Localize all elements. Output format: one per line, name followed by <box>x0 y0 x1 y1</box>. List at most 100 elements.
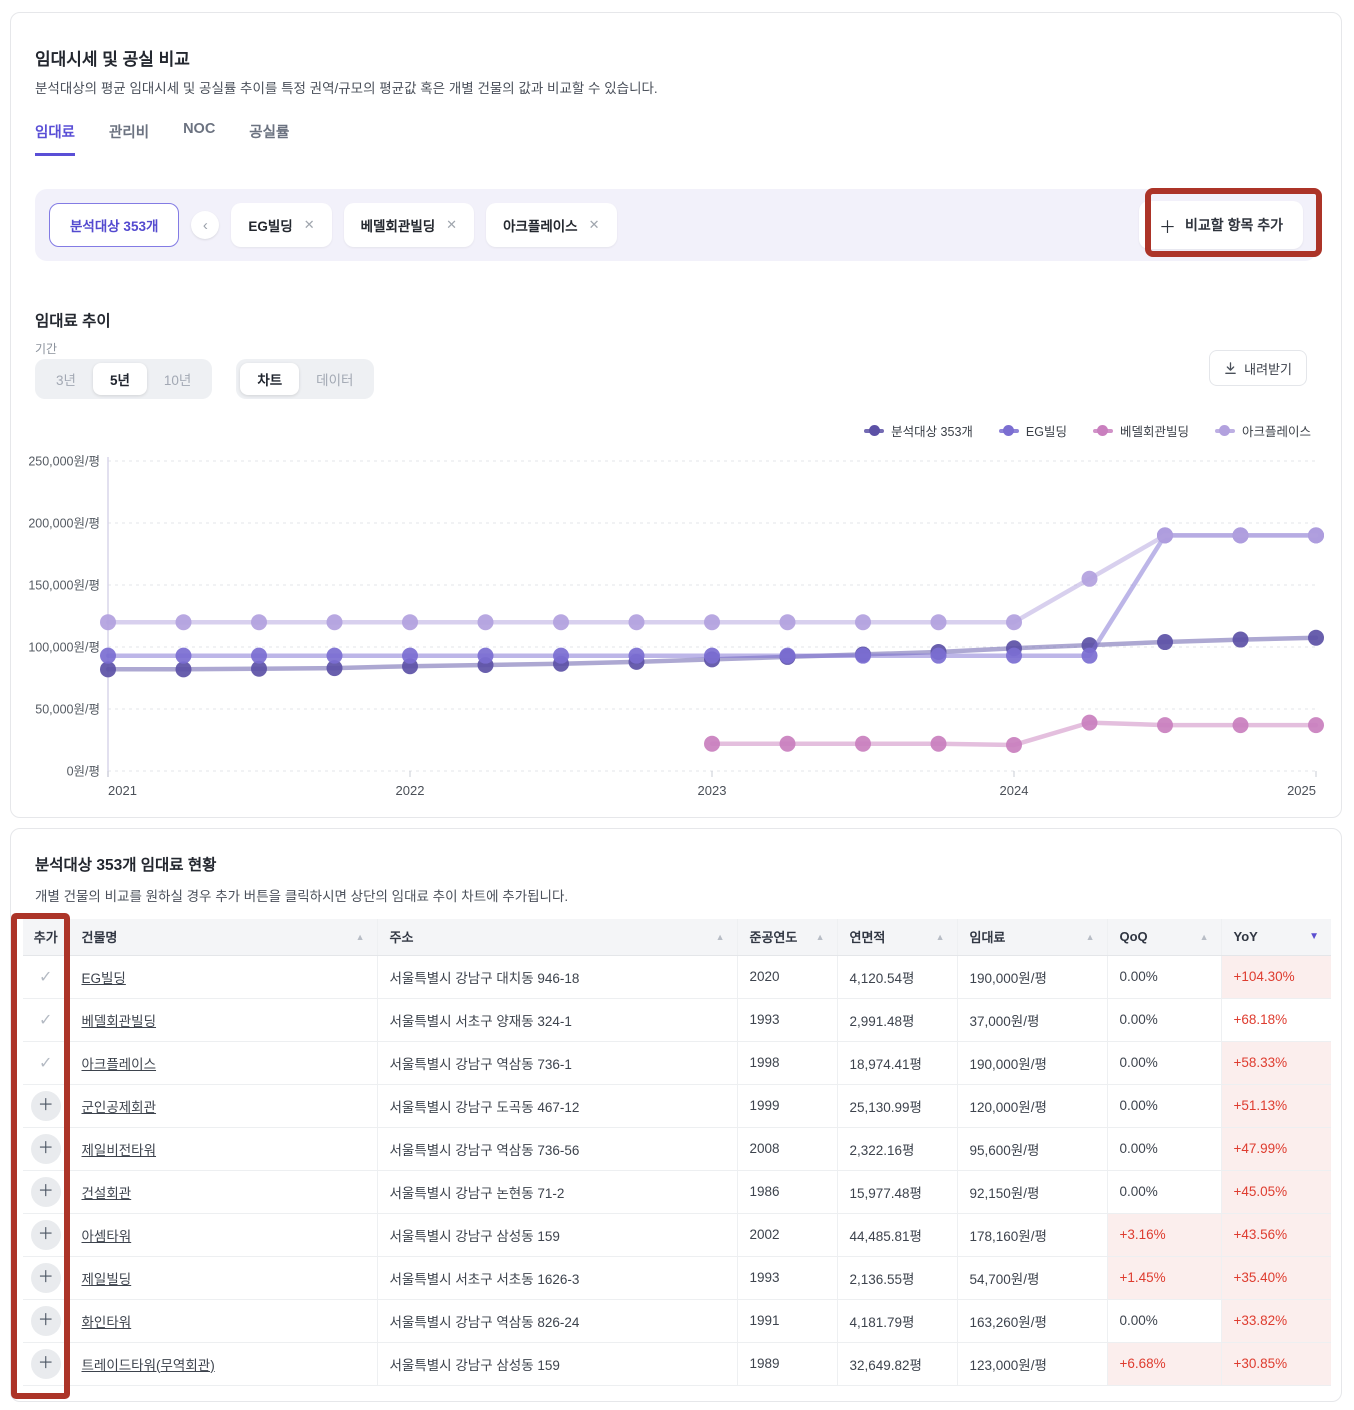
tab-3[interactable]: NOC <box>183 121 215 156</box>
building-name-link[interactable]: 제일비전타워 <box>82 1143 157 1158</box>
data-point[interactable] <box>1308 629 1324 646</box>
data-point[interactable] <box>1157 527 1173 544</box>
add-compare-button[interactable]: ＋ 비교할 항목 추가 <box>1139 201 1303 249</box>
period-option-10년[interactable]: 10년 <box>147 363 208 395</box>
view-option-데이터[interactable]: 데이터 <box>299 363 370 395</box>
data-point[interactable] <box>1308 717 1324 734</box>
legend-item[interactable]: EG빌딩 <box>998 421 1067 440</box>
data-point[interactable] <box>326 614 343 631</box>
period-option-3년[interactable]: 3년 <box>39 363 93 395</box>
data-point[interactable] <box>704 647 720 664</box>
data-point[interactable] <box>1232 527 1249 544</box>
data-point[interactable] <box>1308 527 1324 544</box>
data-point[interactable] <box>1157 634 1173 651</box>
tab-4[interactable]: 공실률 <box>249 121 289 156</box>
add-building-button[interactable]: ＋ <box>30 1348 61 1379</box>
download-button[interactable]: 내려받기 <box>1209 350 1307 386</box>
add-cell: ＋ <box>23 1127 70 1171</box>
collapse-chevron-button[interactable]: ‹ <box>191 211 220 239</box>
column-header-3[interactable]: 주소 ▲ <box>377 919 738 956</box>
building-name-link[interactable]: 아크플레이스 <box>82 1057 157 1072</box>
data-point[interactable] <box>1081 714 1098 731</box>
building-name-link[interactable]: 화인타워 <box>82 1315 132 1330</box>
legend-item[interactable]: 아크플레이스 <box>1214 421 1311 440</box>
remove-chip-icon[interactable]: ✕ <box>589 217 600 233</box>
data-point[interactable] <box>1232 717 1249 734</box>
legend-item[interactable]: 베델회관빌딩 <box>1092 421 1189 440</box>
data-point[interactable] <box>477 614 494 631</box>
data-point[interactable] <box>553 614 569 631</box>
data-point[interactable] <box>553 647 569 664</box>
sort-asc-icon[interactable]: ▲ <box>716 932 725 942</box>
rent-cell: 120,000원/평 <box>957 1084 1108 1128</box>
data-point[interactable] <box>1081 570 1098 587</box>
add-building-button[interactable]: ＋ <box>30 1305 61 1336</box>
data-point[interactable] <box>628 647 645 664</box>
analysis-target-button[interactable]: 분석대상 353개 <box>49 203 180 247</box>
building-name-link[interactable]: 트레이드타워(무역회관) <box>82 1358 215 1373</box>
column-header-7[interactable]: QoQ ▲ <box>1107 919 1222 956</box>
data-point[interactable] <box>779 735 796 752</box>
data-point[interactable] <box>930 647 947 664</box>
building-name-link[interactable]: 건설회관 <box>82 1186 132 1201</box>
data-point[interactable] <box>704 614 720 631</box>
add-building-button[interactable]: ＋ <box>30 1219 61 1250</box>
remove-chip-icon[interactable]: ✕ <box>446 217 457 233</box>
data-point[interactable] <box>175 614 192 631</box>
add-building-button[interactable]: ＋ <box>30 1090 61 1121</box>
data-point[interactable] <box>855 735 871 752</box>
data-point[interactable] <box>930 735 947 752</box>
data-point[interactable] <box>1006 647 1022 664</box>
building-name-link[interactable]: 제일빌딩 <box>82 1272 132 1287</box>
data-point[interactable] <box>251 647 267 664</box>
data-point[interactable] <box>1006 736 1022 753</box>
period-option-5년[interactable]: 5년 <box>92 363 147 395</box>
data-point[interactable] <box>1232 631 1249 648</box>
add-building-button[interactable]: ＋ <box>30 1176 61 1207</box>
data-point[interactable] <box>855 647 871 664</box>
remove-chip-icon[interactable]: ✕ <box>304 217 315 233</box>
data-point[interactable] <box>402 647 418 664</box>
building-name-link[interactable]: 아셈타워 <box>82 1229 132 1244</box>
sort-asc-icon[interactable]: ▲ <box>1086 932 1095 942</box>
column-header-8[interactable]: YoY ▼ <box>1221 919 1331 956</box>
column-header-5[interactable]: 연면적 ▲ <box>837 919 958 956</box>
data-point[interactable] <box>704 735 720 752</box>
rent-cell: 163,260원/평 <box>957 1299 1108 1343</box>
data-point[interactable] <box>402 614 418 631</box>
data-point[interactable] <box>100 647 116 664</box>
sort-asc-icon[interactable]: ▲ <box>816 932 825 942</box>
data-point[interactable] <box>779 647 796 664</box>
data-point[interactable] <box>855 614 871 631</box>
data-point[interactable] <box>477 647 494 664</box>
data-point[interactable] <box>779 614 796 631</box>
data-point[interactable] <box>175 647 192 664</box>
data-point[interactable] <box>326 647 343 664</box>
column-header-2[interactable]: 건물명 ▲ <box>69 919 378 956</box>
view-option-차트[interactable]: 차트 <box>240 363 300 395</box>
legend-item[interactable]: 분석대상 353개 <box>864 421 973 440</box>
sort-asc-icon[interactable]: ▲ <box>936 932 945 942</box>
sort-asc-icon[interactable]: ▲ <box>356 932 365 942</box>
column-header-6[interactable]: 임대료 ▲ <box>957 919 1108 956</box>
add-building-button[interactable]: ＋ <box>30 1262 61 1293</box>
data-point[interactable] <box>628 614 645 631</box>
building-name-link[interactable]: 군인공제회관 <box>82 1100 157 1115</box>
building-name-link[interactable]: 베델회관빌딩 <box>82 1014 157 1029</box>
tab-1[interactable]: 임대료 <box>35 121 76 156</box>
data-point[interactable] <box>100 661 116 678</box>
data-point[interactable] <box>1006 614 1022 631</box>
sort-desc-icon[interactable]: ▼ <box>1309 931 1319 942</box>
address-cell: 서울특별시 서초구 양재동 324-1 <box>377 998 738 1042</box>
add-building-button[interactable]: ＋ <box>30 1133 61 1164</box>
tab-2[interactable]: 관리비 <box>109 121 149 156</box>
data-point[interactable] <box>175 661 192 678</box>
building-name-link[interactable]: EG빌딩 <box>82 971 126 986</box>
data-point[interactable] <box>1081 647 1098 664</box>
sort-asc-icon[interactable]: ▲ <box>1200 932 1209 942</box>
data-point[interactable] <box>930 614 947 631</box>
column-header-4[interactable]: 준공연도 ▲ <box>737 919 838 956</box>
data-point[interactable] <box>1157 717 1173 734</box>
data-point[interactable] <box>251 614 267 631</box>
data-point[interactable] <box>100 614 116 631</box>
